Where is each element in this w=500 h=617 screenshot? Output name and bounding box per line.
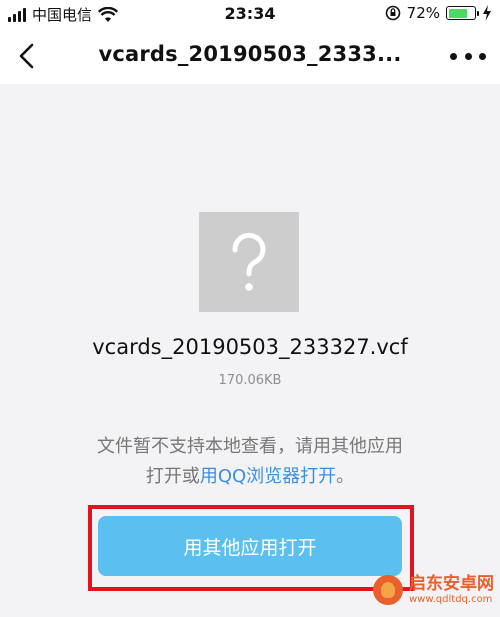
more-button[interactable] xyxy=(450,46,486,66)
notice-line-1: 文件暂不支持本地查看，请用其他应用 xyxy=(97,436,403,457)
watermark-logo-icon xyxy=(373,575,403,605)
battery-icon xyxy=(446,6,479,20)
more-dot xyxy=(464,52,472,60)
watermark-title: 启东安卓网 xyxy=(409,574,494,595)
open-in-qq-browser-link[interactable]: 用QQ浏览器打开 xyxy=(200,466,336,487)
orientation-lock-icon xyxy=(385,5,400,21)
file-name: vcards_20190503_233327.vcf xyxy=(92,335,408,359)
more-dot xyxy=(450,52,457,60)
more-dot xyxy=(479,52,486,60)
charging-bolt-icon xyxy=(483,5,491,21)
open-with-other-app-button[interactable]: 用其他应用打开 xyxy=(98,516,402,576)
battery-percent: 72% xyxy=(406,4,440,22)
status-bar: 中国电信 23:34 72% xyxy=(0,0,500,28)
question-mark-icon xyxy=(232,232,266,291)
watermark-text: 启东安卓网 www.qdltdq.com xyxy=(409,575,494,605)
notice-line-2: 打开或用QQ浏览器打开。 xyxy=(0,462,500,492)
notice-prefix: 打开或 xyxy=(145,466,200,487)
nav-bar: vcards_20190503_2333... xyxy=(0,28,500,84)
notice-suffix: 。 xyxy=(336,466,355,487)
unknown-file-question-icon xyxy=(199,212,299,312)
battery-fill xyxy=(448,8,467,18)
page-title: vcards_20190503_2333... xyxy=(98,42,402,66)
file-size: 170.06KB xyxy=(218,373,282,388)
watermark: 启东安卓网 www.qdltdq.com xyxy=(373,575,494,605)
status-right: 72% xyxy=(385,4,492,22)
unsupported-notice: 文件暂不支持本地查看，请用其他应用 打开或用QQ浏览器打开。 xyxy=(0,432,500,492)
watermark-url: www.qdltdq.com xyxy=(409,593,493,605)
